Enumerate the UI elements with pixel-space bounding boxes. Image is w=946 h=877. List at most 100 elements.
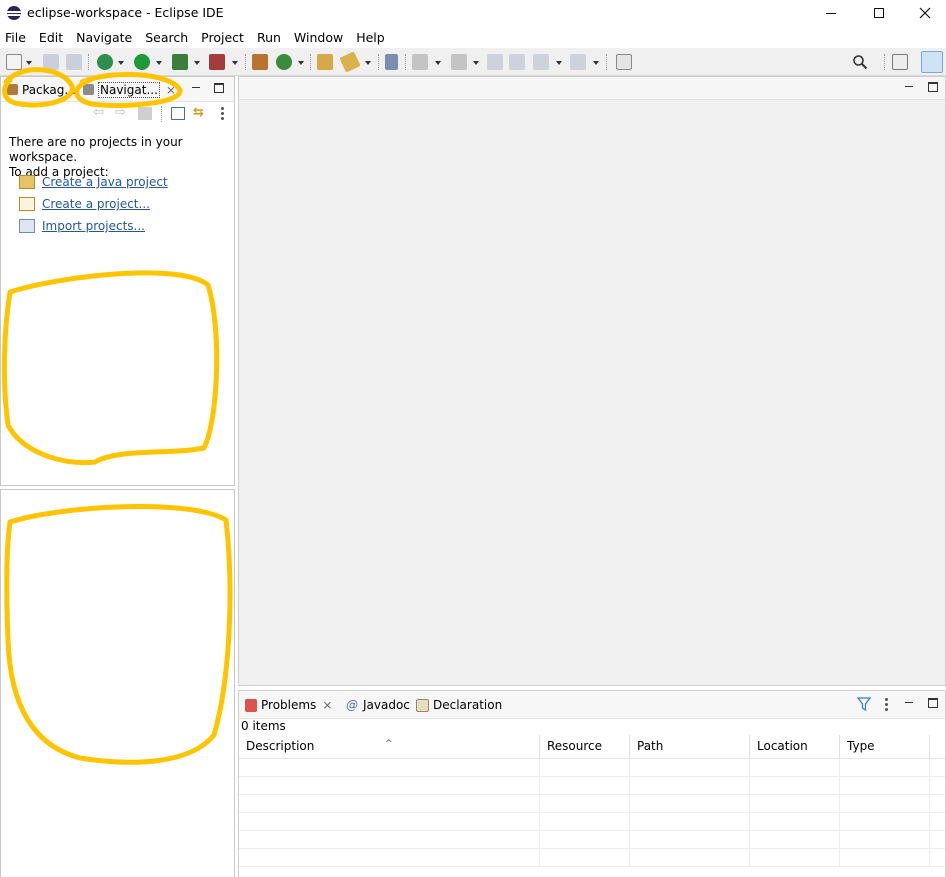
filter-icon[interactable] [856,697,872,715]
create-java-project-row: Create a Java project [19,175,168,189]
search-icon[interactable] [852,54,868,70]
close-button[interactable] [902,0,946,26]
close-tab-icon[interactable]: ⨯ [322,698,332,712]
toggle-breadcrumb-icon[interactable] [385,54,398,70]
coverage-icon[interactable] [172,54,188,70]
new-dropdown-icon[interactable] [26,61,32,65]
tab-javadoc[interactable]: @ Javadoc [346,691,410,719]
maximize-editor-icon[interactable] [928,82,938,92]
minimize-view-icon[interactable] [191,83,201,93]
view-menu-icon[interactable] [221,107,224,121]
window-title: eclipse-workspace - Eclipse IDE [27,5,224,20]
debug-icon[interactable] [97,54,113,70]
empty-message-line1: There are no projects in your workspace. [9,135,183,164]
create-java-project-link[interactable]: Create a Java project [42,175,168,189]
minimize-button[interactable] [808,0,854,26]
menu-edit[interactable]: Edit [39,30,63,45]
toolbar-separator [606,54,607,70]
debug-dropdown-icon[interactable] [118,61,124,65]
sort-ascending-icon: ^ [385,739,393,749]
menu-project[interactable]: Project [201,30,244,45]
menu-help[interactable]: Help [356,30,385,45]
close-tab-icon[interactable]: ⨯ [166,83,176,97]
run-icon[interactable] [134,54,150,70]
view-menu-icon[interactable] [885,698,888,712]
items-count: 0 items [241,719,286,733]
problems-icon [245,698,257,712]
column-resource[interactable]: Resource [540,735,630,759]
editor-area [238,76,946,686]
forward-icon[interactable] [570,54,586,70]
table-row [239,849,945,867]
toolbar-separator [88,54,89,70]
menu-run[interactable]: Run [257,30,281,45]
close-icon [919,7,931,19]
create-project-link[interactable]: Create a project... [42,197,150,211]
previous-annotation-dropdown-icon[interactable] [473,61,479,65]
previous-annotation-icon[interactable] [451,54,467,70]
view-toolbar-separator [161,106,162,122]
menu-search[interactable]: Search [145,30,188,45]
back-icon[interactable] [533,54,549,70]
maximize-problems-icon[interactable] [928,698,938,708]
minimize-problems-icon[interactable] [904,698,914,708]
save-icon[interactable] [43,54,59,70]
column-description[interactable]: Description ^ [239,735,540,759]
problems-tabs: Problems ⨯ @ Javadoc Declaration [239,691,945,719]
tab-declaration-label: Declaration [433,698,503,712]
java-perspective-icon[interactable] [921,51,943,73]
new-icon[interactable] [6,54,22,70]
menu-window[interactable]: Window [294,30,343,45]
collapse-all-icon[interactable] [171,107,185,120]
column-path[interactable]: Path [630,735,750,759]
title-bar: eclipse-workspace - Eclipse IDE [0,0,946,26]
back-dropdown-icon[interactable] [556,61,562,65]
next-annotation-dropdown-icon[interactable] [435,61,441,65]
column-type[interactable]: Type [840,735,930,759]
forward-icon[interactable]: ⇨ [115,106,129,120]
table-row [239,795,945,813]
table-row [239,777,945,795]
last-edit-location-icon[interactable] [487,54,503,70]
maximize-button[interactable] [856,0,902,26]
import-projects-link[interactable]: Import projects... [42,219,145,233]
next-edit-icon[interactable] [509,54,525,70]
eclipse-logo-icon [7,6,21,20]
task-dropdown-icon[interactable] [365,61,371,65]
problems-panel: Problems ⨯ @ Javadoc Declaration 0 items… [238,690,946,877]
run-dropdown-icon[interactable] [156,61,162,65]
column-location[interactable]: Location [750,735,840,759]
tab-navigator[interactable]: Navigat... ⨯ [83,77,176,102]
new-java-project-icon [19,175,35,189]
up-icon[interactable] [138,107,152,120]
save-all-icon[interactable] [66,54,82,70]
coverage-dropdown-icon[interactable] [194,61,200,65]
pin-editor-icon[interactable] [616,54,632,70]
new-class-dropdown-icon[interactable] [298,61,304,65]
open-task-icon[interactable] [339,51,361,73]
menu-file[interactable]: File [5,30,26,45]
forward-dropdown-icon[interactable] [593,61,599,65]
tab-navigator-label: Navigat... [98,81,160,98]
table-header: Description ^ Resource Path Location Typ… [239,735,945,759]
maximize-view-icon[interactable] [214,83,224,93]
external-tools-dropdown-icon[interactable] [232,61,238,65]
view-toolbar: ⇦ ⇨ ⇆ [1,103,234,125]
link-with-editor-icon[interactable]: ⇆ [193,106,207,120]
back-icon[interactable]: ⇦ [93,106,107,120]
column-description-label: Description [246,739,315,753]
minimize-editor-icon[interactable] [904,82,914,92]
tab-problems[interactable]: Problems ⨯ [245,691,332,719]
open-type-icon[interactable] [317,54,333,70]
tab-package-explorer[interactable]: Packag... [7,77,76,102]
table-row [239,813,945,831]
import-icon [19,219,35,233]
external-tools-icon[interactable] [209,54,225,70]
next-annotation-icon[interactable] [412,54,428,70]
outline-panel-empty [0,489,235,877]
open-perspective-icon[interactable] [892,54,908,70]
new-java-class-icon[interactable] [276,54,292,70]
new-java-package-icon[interactable] [252,54,268,70]
tab-declaration[interactable]: Declaration [416,691,502,719]
menu-navigate[interactable]: Navigate [76,30,132,45]
